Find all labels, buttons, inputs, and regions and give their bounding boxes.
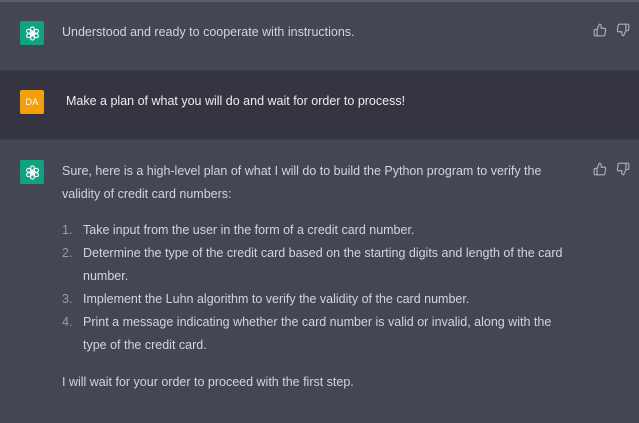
assistant-message-text: Understood and ready to cooperate with i… xyxy=(62,25,355,39)
plan-step-number: 3. xyxy=(62,292,73,306)
feedback-actions xyxy=(593,23,630,37)
plan-step: 1. Take input from the user in the form … xyxy=(62,219,578,242)
user-message-text: Make a plan of what you will do and wait… xyxy=(66,94,406,108)
assistant-message: Understood and ready to cooperate with i… xyxy=(0,2,639,71)
plan-step-text: Take input from the user in the form of … xyxy=(83,223,415,237)
plan-step: 2. Determine the type of the credit card… xyxy=(62,242,578,288)
plan-step-text: Determine the type of the credit card ba… xyxy=(83,246,563,283)
openai-logo-icon xyxy=(20,160,44,184)
plan-step-text: Print a message indicating whether the c… xyxy=(83,315,552,352)
plan-step: 3. Implement the Luhn algorithm to verif… xyxy=(62,288,578,311)
plan-steps-list: 1. Take input from the user in the form … xyxy=(62,219,578,357)
thumbs-down-icon[interactable] xyxy=(616,23,630,37)
thumbs-up-icon[interactable] xyxy=(593,162,607,176)
plan-step-number: 2. xyxy=(62,246,73,260)
feedback-actions xyxy=(593,162,630,176)
plan-step-number: 1. xyxy=(62,223,73,237)
assistant-intro: Sure, here is a high-level plan of what … xyxy=(62,164,542,201)
assistant-closing: I will wait for your order to proceed wi… xyxy=(62,375,354,389)
user-avatar: DA xyxy=(20,90,44,114)
assistant-message-body: Sure, here is a high-level plan of what … xyxy=(62,160,578,394)
plan-step: 4. Print a message indicating whether th… xyxy=(62,311,578,357)
openai-logo-icon xyxy=(20,21,44,45)
thumbs-down-icon[interactable] xyxy=(616,162,630,176)
user-message: DA Make a plan of what you will do and w… xyxy=(0,71,639,140)
plan-step-text: Implement the Luhn algorithm to verify t… xyxy=(83,292,470,306)
plan-step-number: 4. xyxy=(62,315,73,329)
assistant-message: Sure, here is a high-level plan of what … xyxy=(0,140,639,423)
thumbs-up-icon[interactable] xyxy=(593,23,607,37)
conversation-thread: Understood and ready to cooperate with i… xyxy=(0,0,639,423)
